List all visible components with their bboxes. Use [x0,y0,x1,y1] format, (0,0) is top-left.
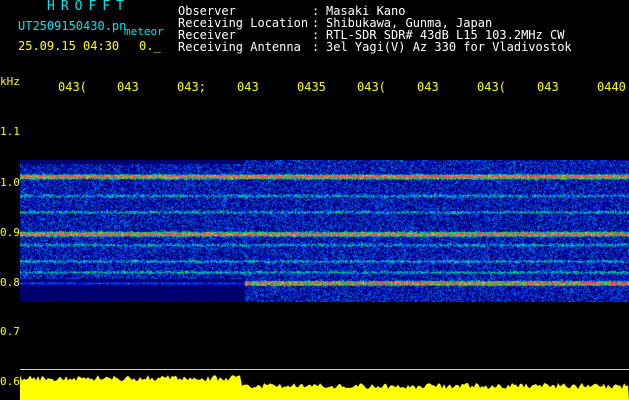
antenna-label: Receiving Antenna [178,40,301,54]
file-type: meteor [124,25,164,38]
antenna-colon: : [312,40,320,54]
time-tick: 043 [417,80,439,94]
frequency-tick: 0.7 [0,325,20,338]
time-tick: 043( [477,80,506,94]
signal-level-spectrum [20,375,629,400]
time-tick: 043; [177,80,206,94]
time-tick: 0435 [297,80,326,94]
frequency-tick: 0.8 [0,276,20,289]
file-name: UT2509150430.pn [18,19,127,33]
frequency-tick: 0.9 [0,226,20,239]
date-time: 25.09.15 04:30 [18,39,120,53]
frequency-tick: 1.1 [0,125,20,138]
time-tick: 043 [117,80,139,94]
time-tick: 0440 [597,80,626,94]
time-tick: 043 [537,80,559,94]
frequency-tick: 0.6 [0,375,20,388]
app-title: HROFFT [47,0,130,14]
time-tick: 043( [58,80,87,94]
time-tick: 043( [357,80,386,94]
frame-code: 0._ [139,39,161,53]
spectrogram-waterfall [20,160,629,302]
frequency-unit-label: kHz [0,75,20,88]
time-tick: 043 [237,80,259,94]
antenna-value: 3el Yagi(V) Az 330 for Vladivostok [326,40,572,54]
frequency-tick: 1.0 [0,176,20,189]
